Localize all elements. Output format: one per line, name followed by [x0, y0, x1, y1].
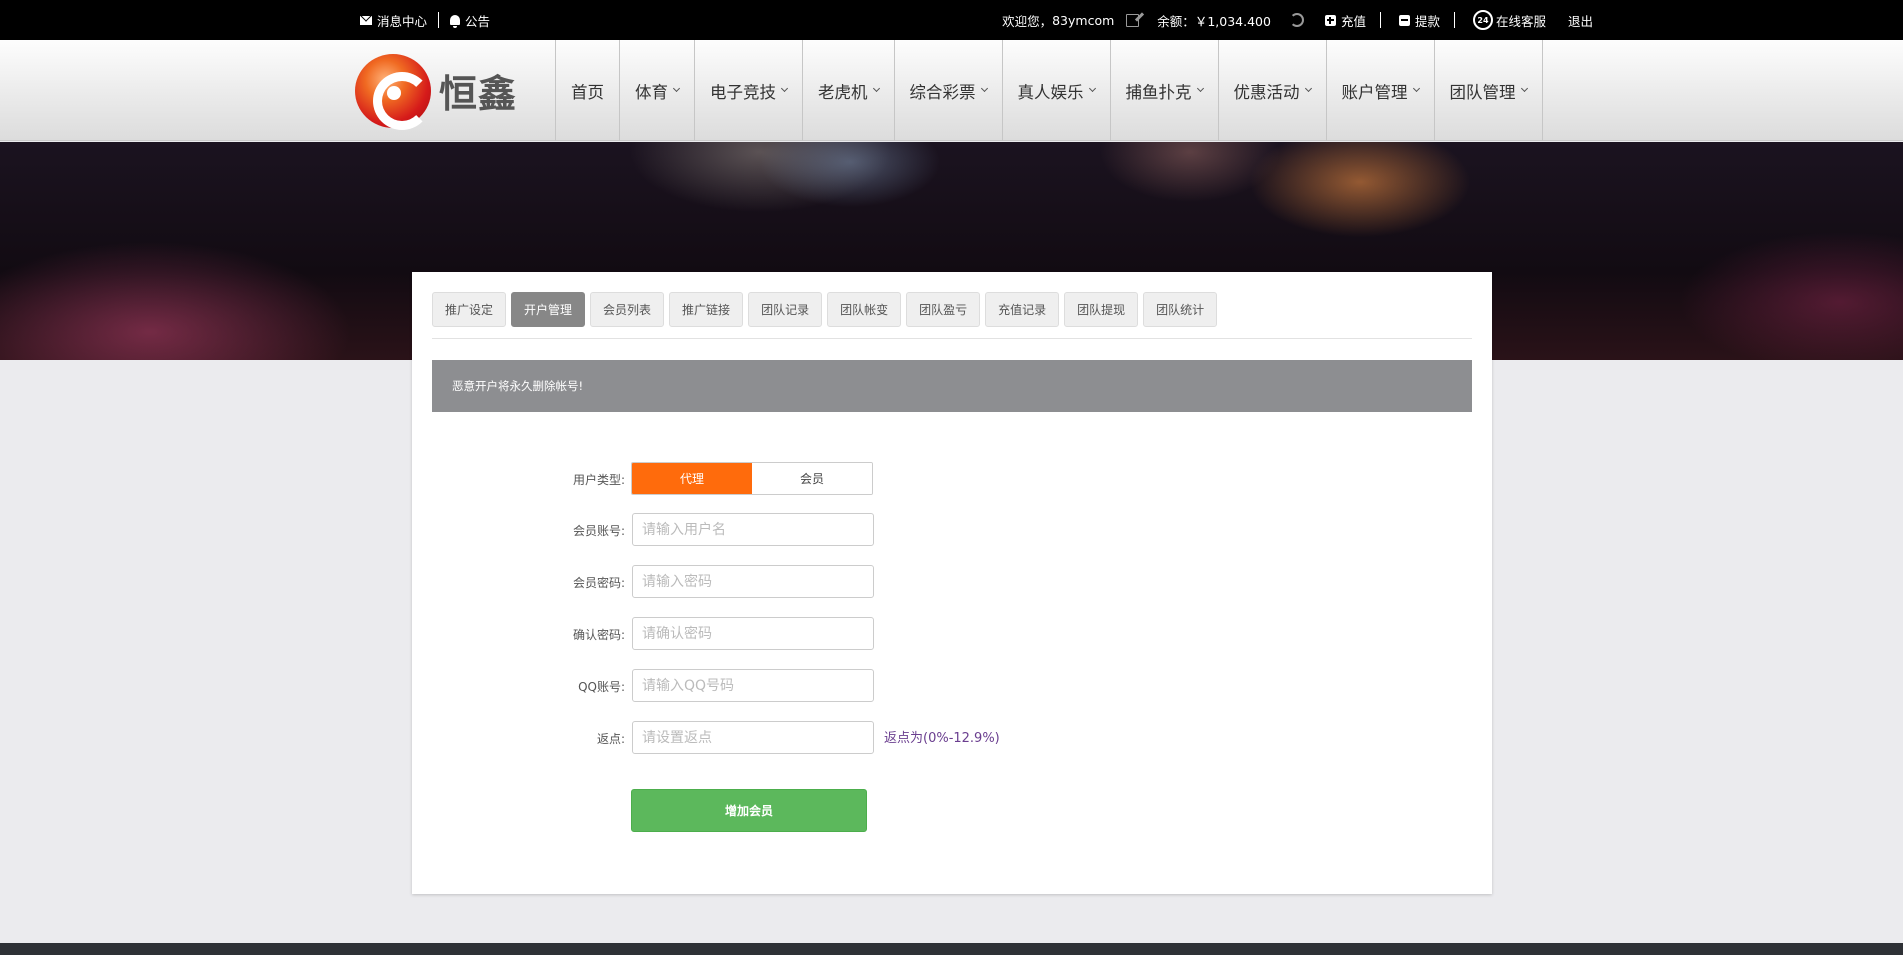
nav-lottery-label: 综合彩票	[909, 82, 976, 102]
account-input[interactable]	[632, 513, 874, 546]
team-tabs: 推广设定 开户管理 会员列表 推广链接 团队记录 团队帐变 团队盈亏 充值记录 …	[432, 292, 1222, 327]
username: 83ymcom	[1052, 12, 1115, 28]
rebate-label: 返点:	[596, 732, 625, 746]
nav-team-label: 团队管理	[1449, 82, 1516, 102]
rebate-range-hint: 返点为(0%-12.9%)	[884, 731, 1000, 746]
nav-esports[interactable]: 电子竞技	[695, 40, 803, 141]
chevron-down-icon	[1412, 84, 1420, 93]
chevron-down-icon	[780, 84, 789, 93]
account-open-panel: 推广设定 开户管理 会员列表 推广链接 团队记录 团队帐变 团队盈亏 充值记录 …	[412, 272, 1492, 894]
user-type-label: 用户类型:	[572, 473, 625, 487]
password-input[interactable]	[632, 565, 874, 598]
nav-promos[interactable]: 优惠活动	[1219, 40, 1327, 141]
tab-member-list[interactable]: 会员列表	[590, 292, 665, 327]
nav-live-label: 真人娱乐	[1017, 82, 1084, 102]
nav-esports-label: 电子竞技	[710, 82, 776, 102]
balance-value: ￥1,034.400	[1194, 13, 1271, 29]
message-center-link[interactable]: 消息中心	[360, 11, 427, 30]
support-label: 在线客服	[1495, 13, 1546, 29]
tab-team-stats[interactable]: 团队统计	[1143, 292, 1218, 327]
nav-slots-label: 老虎机	[818, 82, 868, 102]
main-nav: 首页 体育 电子竞技 老虎机 综合彩票 真人娱乐 捕鱼扑克 优惠活动 账户管理 …	[555, 40, 1543, 141]
divider	[438, 12, 440, 28]
user-type-member-option[interactable]: 会员	[752, 463, 872, 494]
password-label: 会员密码:	[572, 576, 625, 590]
chevron-down-icon	[980, 84, 988, 93]
nav-home[interactable]: 首页	[556, 40, 620, 141]
nav-live[interactable]: 真人娱乐	[1003, 40, 1111, 141]
logo-emblem-icon	[355, 53, 431, 130]
tab-team-withdrawals[interactable]: 团队提现	[1064, 292, 1139, 327]
account-label: 会员账号:	[572, 524, 625, 538]
deposit-label: 充值	[1340, 13, 1366, 29]
nav-home-label: 首页	[571, 82, 604, 102]
support-24h-icon: 24	[1472, 10, 1493, 30]
confirm-password-input[interactable]	[632, 617, 874, 650]
chevron-down-icon	[1520, 84, 1528, 93]
user-type-agent-option[interactable]: 代理	[632, 463, 752, 494]
deposit-link[interactable]: 充值	[1324, 11, 1366, 30]
rebate-input[interactable]	[632, 721, 874, 754]
edit-profile-icon[interactable]	[1126, 13, 1140, 27]
tab-promo-link[interactable]: 推广链接	[669, 292, 744, 327]
nav-team[interactable]: 团队管理	[1435, 40, 1543, 141]
qq-label: QQ账号:	[578, 680, 625, 694]
nav-sports-label: 体育	[635, 82, 668, 102]
message-center-label: 消息中心	[377, 13, 428, 29]
withdraw-link[interactable]: 提款	[1398, 11, 1440, 30]
tab-team-profit[interactable]: 团队盈亏	[906, 292, 981, 327]
tab-account-open[interactable]: 开户管理	[511, 292, 586, 327]
notice-link[interactable]: 公告	[450, 11, 490, 30]
nav-fishing-label: 捕鱼扑克	[1125, 82, 1192, 102]
site-logo[interactable]: 恒鑫	[355, 53, 520, 130]
logout-link[interactable]: 退出	[1568, 11, 1593, 30]
main-header: 恒鑫 首页 体育 电子竞技 老虎机 综合彩票 真人娱乐 捕鱼扑克 优惠活动 账户…	[0, 40, 1903, 141]
divider	[1453, 12, 1455, 28]
nav-account[interactable]: 账户管理	[1327, 40, 1435, 141]
support-link[interactable]: 24 在线客服	[1472, 10, 1546, 30]
chevron-down-icon	[1304, 84, 1312, 93]
nav-sports[interactable]: 体育	[620, 40, 695, 141]
notice-label: 公告	[465, 13, 491, 29]
tab-deposit-records[interactable]: 充值记录	[985, 292, 1060, 327]
nav-lottery[interactable]: 综合彩票	[895, 40, 1003, 141]
minus-square-icon	[1398, 14, 1410, 26]
envelope-icon	[360, 15, 372, 25]
user-type-toggle: 代理 会员	[631, 462, 873, 495]
balance-label: 余额：	[1157, 13, 1195, 29]
qq-input[interactable]	[632, 669, 874, 702]
top-bar-right: 欢迎您， 83ymcom 余额： ￥1,034.400 充值 提款 24 在线客…	[1002, 0, 1593, 40]
nav-promos-label: 优惠活动	[1233, 82, 1300, 102]
chevron-down-icon	[1088, 84, 1096, 93]
footer	[0, 943, 1903, 955]
top-bar: 消息中心 公告 欢迎您， 83ymcom 余额： ￥1,034.400 充值 提…	[0, 0, 1903, 40]
warning-banner: 恶意开户将永久删除帐号!	[432, 360, 1472, 412]
tab-promo-settings[interactable]: 推广设定	[432, 292, 507, 327]
chevron-down-icon	[672, 84, 681, 93]
chevron-down-icon	[872, 84, 880, 93]
tab-team-changes[interactable]: 团队帐变	[827, 292, 902, 327]
bell-icon	[450, 15, 461, 28]
nav-fishing[interactable]: 捕鱼扑克	[1111, 40, 1219, 141]
plus-square-icon	[1324, 14, 1336, 26]
chevron-down-icon	[1196, 84, 1204, 93]
welcome-text: 欢迎您，	[1002, 13, 1053, 29]
warning-text: 恶意开户将永久删除帐号!	[452, 379, 584, 393]
divider	[432, 338, 1472, 339]
tab-team-records[interactable]: 团队记录	[748, 292, 823, 327]
top-bar-left: 消息中心 公告	[360, 0, 490, 40]
add-member-button[interactable]: 增加会员	[631, 789, 867, 832]
confirm-password-label: 确认密码:	[572, 628, 625, 642]
withdraw-label: 提款	[1414, 13, 1440, 29]
nav-account-label: 账户管理	[1341, 82, 1408, 102]
nav-slots[interactable]: 老虎机	[803, 40, 895, 141]
divider	[1379, 12, 1381, 28]
refresh-balance-icon[interactable]	[1289, 13, 1304, 27]
logo-text: 恒鑫	[439, 71, 518, 116]
